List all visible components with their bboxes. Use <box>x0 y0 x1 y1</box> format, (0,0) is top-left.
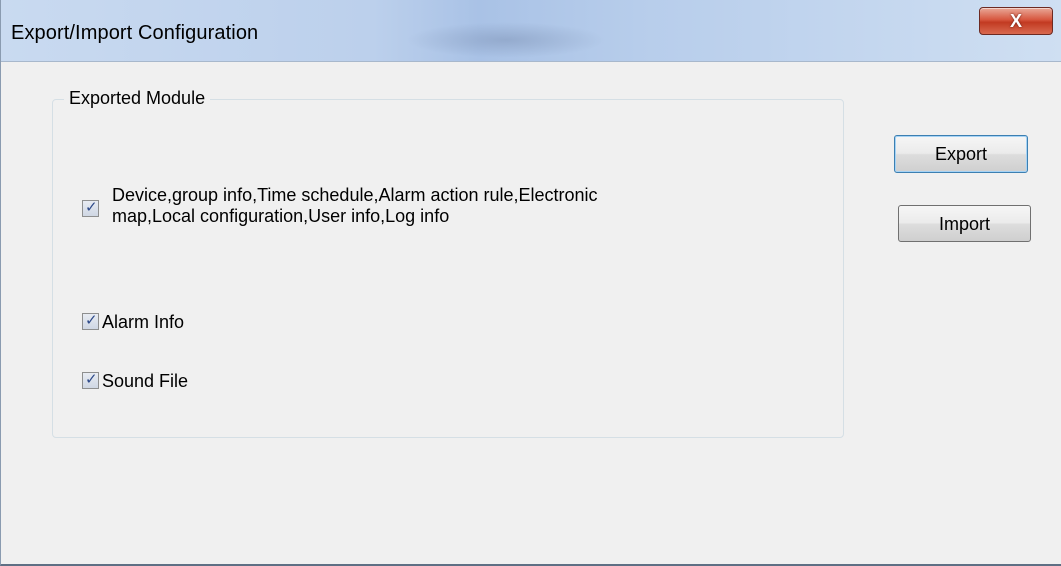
check-icon: ✓ <box>85 312 98 329</box>
alarm-info-label: Alarm Info <box>102 312 185 332</box>
export-button[interactable]: Export <box>894 135 1028 173</box>
group-legend: Exported Module <box>64 88 211 109</box>
check-icon: ✓ <box>85 371 98 388</box>
title-bar-glass <box>406 22 606 58</box>
device-info-label-line1: Device,group info,Time schedule,Alarm ac… <box>112 185 598 205</box>
device-info-checkbox[interactable]: ✓ <box>82 199 99 217</box>
title-bar[interactable]: Export/Import Configuration X <box>1 0 1061 62</box>
export-import-dialog: Export/Import Configuration X Exported M… <box>0 0 1061 566</box>
alarm-info-checkbox[interactable]: ✓ <box>82 312 99 330</box>
import-button[interactable]: Import <box>898 205 1031 242</box>
check-icon: ✓ <box>85 199 98 216</box>
close-icon: X <box>1009 11 1022 31</box>
window-title: Export/Import Configuration <box>11 22 259 44</box>
close-button[interactable]: X <box>979 7 1053 35</box>
device-info-label-line2: map,Local configuration,User info,Log in… <box>112 206 450 226</box>
sound-file-label: Sound File <box>102 371 189 391</box>
sound-file-checkbox[interactable]: ✓ <box>82 371 99 389</box>
